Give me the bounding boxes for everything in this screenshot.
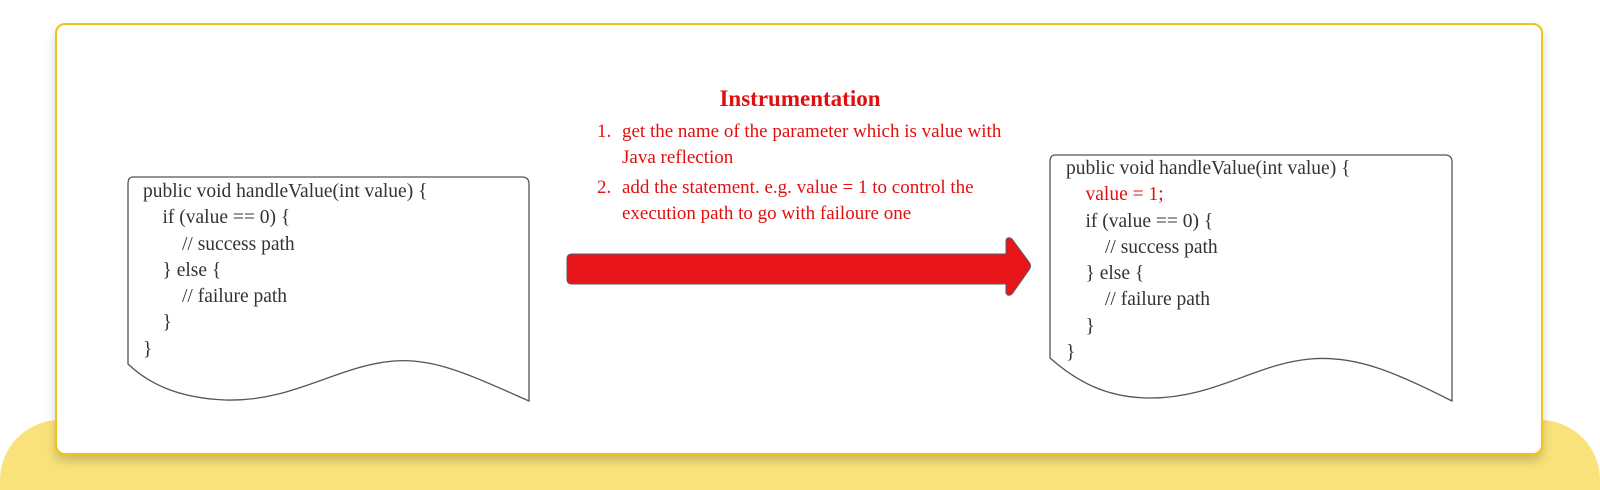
code-line: if (value == 0) { xyxy=(1066,210,1214,232)
original-code-block: public void handleValue(int value) { if … xyxy=(143,179,427,363)
code-line: } xyxy=(143,338,153,360)
code-line: } else { xyxy=(1066,263,1145,285)
code-line: public void handleValue(int value) { xyxy=(143,181,428,202)
step-text: get the name of the parameter which is v… xyxy=(622,121,1002,168)
step-number: 1. xyxy=(597,121,612,142)
instrumentation-step: 2. add the statement. e.g. value = 1 to … xyxy=(597,175,1017,227)
code-line: } xyxy=(1066,315,1095,337)
instrumentation-step: 1. get the name of the parameter which i… xyxy=(597,119,1017,171)
code-line: // success path xyxy=(143,233,295,255)
transformation-arrow xyxy=(566,237,1031,296)
step-number: 2. xyxy=(597,177,612,198)
code-line: } xyxy=(143,312,172,334)
code-line: public void handleValue(int value) { xyxy=(1066,158,1351,179)
code-line: // success path xyxy=(1066,236,1218,258)
code-line: // failure path xyxy=(143,286,288,308)
code-line: } xyxy=(1066,342,1076,364)
code-line: } else { xyxy=(143,259,222,281)
code-line: if (value == 0) { xyxy=(143,207,291,229)
code-line: // failure path xyxy=(1066,289,1211,311)
instrumented-code-block: public void handleValue(int value) { val… xyxy=(1066,156,1350,366)
instrumentation-title: Instrumentation xyxy=(719,86,881,111)
injected-code-line: value = 1; xyxy=(1066,184,1164,206)
instrumentation-steps: 1. get the name of the parameter which i… xyxy=(597,119,1017,231)
step-text: add the statement. e.g. value = 1 to con… xyxy=(622,177,974,224)
